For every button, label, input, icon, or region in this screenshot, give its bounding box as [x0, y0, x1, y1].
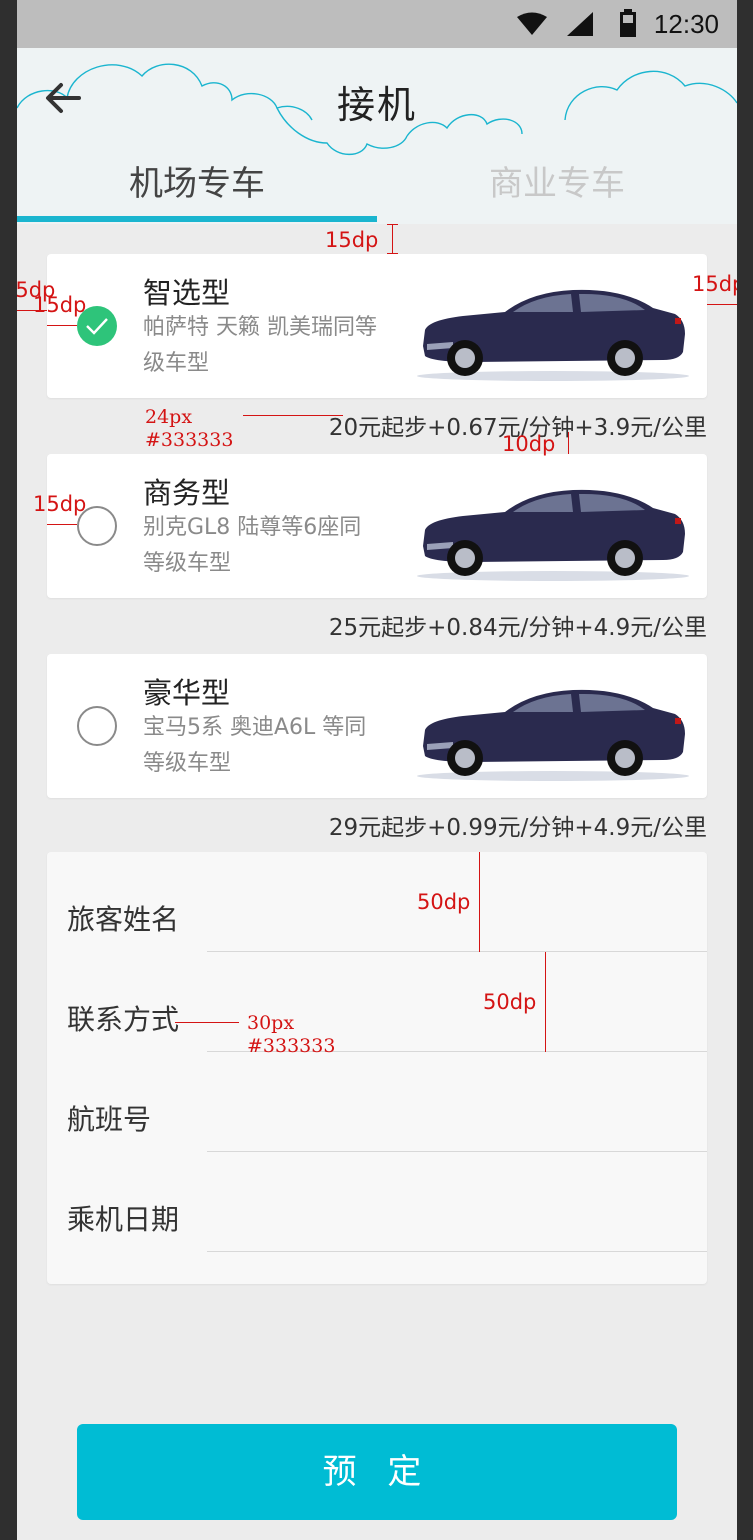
- book-button[interactable]: 预 定: [77, 1424, 677, 1520]
- car-type-name: 豪华型: [143, 676, 231, 710]
- annotation-line: [47, 524, 77, 525]
- car-type-name: 商务型: [143, 476, 231, 510]
- annotation-line: [707, 304, 737, 305]
- car-image: [413, 280, 693, 384]
- form-row-flight: 航班号: [47, 1052, 711, 1154]
- page-title: 接机: [336, 83, 417, 127]
- tab-airport-car[interactable]: 机场专车: [17, 156, 377, 224]
- annotation-line: [392, 224, 393, 254]
- flight-date-label: 乘机日期: [67, 1203, 180, 1236]
- annotation-label-font-size: 30px: [247, 1012, 295, 1034]
- annotation-line: [387, 253, 398, 254]
- car-option-luxury[interactable]: 豪华型 宝马5系 奥迪A6L 等同等级车型: [47, 654, 707, 798]
- form-row-date: 乘机日期: [47, 1152, 711, 1254]
- flight-number-input[interactable]: [207, 1072, 711, 1154]
- annotation-line: [175, 1022, 239, 1023]
- app-header: 接机 机场专车 商业专车: [17, 48, 737, 224]
- annotation-price-color: #333333: [145, 429, 234, 451]
- passenger-name-label: 旅客姓名: [67, 903, 180, 936]
- car-image: [413, 480, 693, 584]
- car-type-desc: 帕萨特 天籁 凯美瑞同等级车型: [143, 315, 377, 376]
- annotation-price-font-size: 24px: [145, 406, 193, 428]
- annotation-row-height-1: 50dp: [417, 890, 471, 914]
- annotation-card-gap: 10dp: [502, 432, 556, 456]
- wifi-icon: [517, 12, 547, 35]
- tab-bar: 机场专车 商业专车: [17, 156, 737, 224]
- car-option-smart[interactable]: 智选型 帕萨特 天籁 凯美瑞同等级车型: [47, 254, 707, 398]
- annotation-line: [479, 852, 480, 952]
- phone-screen: 12:30 接机 机场专车 商业专车 智选型 帕萨特 天籁 凯美瑞同等级车型 2…: [17, 0, 737, 1540]
- cell-signal-icon: [567, 12, 593, 36]
- annotation-radio-margin-2: 15dp: [33, 492, 87, 516]
- car-type-name: 智选型: [143, 276, 231, 310]
- status-time: 12:30: [653, 9, 719, 39]
- car-image: [413, 680, 693, 784]
- flight-number-label: 航班号: [67, 1103, 152, 1136]
- annotation-line: [387, 224, 398, 225]
- annotation-line: [243, 415, 343, 416]
- annotation-label-color: #333333: [247, 1035, 336, 1057]
- radio-unchecked-icon[interactable]: [77, 706, 117, 746]
- car-type-desc: 别克GL8 陆尊等6座同等级车型: [143, 515, 362, 576]
- tab-business-car[interactable]: 商业专车: [377, 156, 737, 224]
- contact-label: 联系方式: [67, 1003, 180, 1036]
- divider: [207, 1251, 707, 1252]
- annotation-line: [545, 952, 546, 1052]
- tab-indicator: [17, 216, 377, 222]
- annotation-tab-gap: 15dp: [325, 228, 379, 252]
- annotation-line: [568, 432, 569, 454]
- annotation-radio-margin: 15dp: [33, 293, 87, 317]
- car-price: 25元起步+0.84元/分钟+4.9元/公里: [328, 615, 707, 641]
- passenger-form: 旅客姓名 联系方式 航班号 乘机日期: [47, 852, 711, 1284]
- car-type-desc: 宝马5系 奥迪A6L 等同等级车型: [143, 715, 367, 776]
- form-row-name: 旅客姓名: [47, 852, 711, 954]
- annotation-row-height-2: 50dp: [483, 990, 537, 1014]
- annotation-line: [47, 325, 77, 326]
- form-row-contact: 联系方式: [47, 952, 711, 1054]
- flight-date-input[interactable]: [207, 1172, 711, 1254]
- car-price: 29元起步+0.99元/分钟+4.9元/公里: [328, 815, 707, 841]
- status-bar: 12:30: [17, 0, 737, 48]
- annotation-right-margin: 15dp: [692, 272, 737, 296]
- battery-icon: [620, 9, 636, 37]
- car-option-business[interactable]: 商务型 别克GL8 陆尊等6座同等级车型: [47, 454, 707, 598]
